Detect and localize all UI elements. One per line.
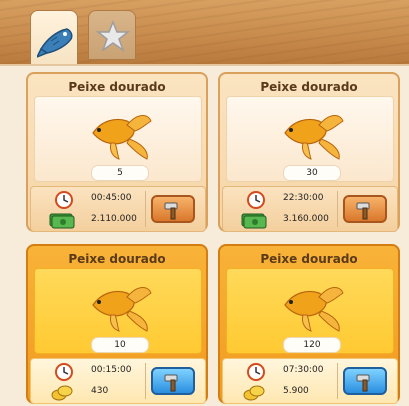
- quantity-label: 5: [91, 165, 149, 181]
- divider: [145, 191, 146, 227]
- wood-header: [0, 0, 409, 66]
- build-button[interactable]: [151, 195, 195, 223]
- cash-icon: [241, 213, 267, 229]
- build-button[interactable]: [343, 367, 387, 395]
- price-label: 3.160.000: [283, 214, 329, 224]
- item-card: Peixe dourado 30 22:30:00 3.160.000: [218, 72, 400, 232]
- quantity-label: 120: [283, 337, 341, 353]
- hammer-icon: [356, 374, 370, 392]
- clock-icon: [247, 191, 265, 209]
- item-image-panel: 120: [226, 268, 394, 354]
- item-image-panel: 30: [226, 96, 394, 182]
- item-card: Peixe dourado 10 00:15:00 430: [26, 244, 208, 404]
- cost-bar: 22:30:00 3.160.000: [222, 186, 398, 232]
- goldfish-icon: [92, 115, 152, 160]
- item-card: Peixe dourado 5 00:45:00 2.110.000: [26, 72, 208, 232]
- item-image-panel: 5: [34, 96, 202, 182]
- cash-icon: [49, 213, 75, 229]
- hammer-icon: [356, 202, 370, 220]
- duration-label: 00:15:00: [91, 365, 132, 375]
- card-title: Peixe dourado: [68, 80, 166, 94]
- star-icon: [95, 19, 131, 52]
- clock-icon: [55, 191, 73, 209]
- cost-bar: 00:15:00 430: [30, 358, 206, 404]
- card-title: Peixe dourado: [68, 252, 166, 266]
- clock-icon: [55, 363, 73, 381]
- fish-icon: [37, 28, 73, 58]
- build-button[interactable]: [151, 367, 195, 395]
- card-title: Peixe dourado: [260, 252, 358, 266]
- clock-icon: [247, 363, 265, 381]
- price-label: 2.110.000: [91, 214, 137, 224]
- goldfish-icon: [92, 287, 152, 332]
- build-button[interactable]: [343, 195, 387, 223]
- tab-fish[interactable]: [30, 10, 78, 66]
- price-label: 5.900: [283, 386, 309, 396]
- coins-icon: [51, 385, 73, 401]
- item-image-panel: 10: [34, 268, 202, 354]
- hammer-icon: [164, 374, 178, 392]
- hammer-icon: [164, 202, 178, 220]
- cost-bar: 00:45:00 2.110.000: [30, 186, 206, 232]
- divider: [337, 191, 338, 227]
- divider: [145, 363, 146, 399]
- duration-label: 00:45:00: [91, 193, 132, 203]
- item-card: Peixe dourado 120 07:30:00 5.900: [218, 244, 400, 404]
- divider: [337, 363, 338, 399]
- duration-label: 07:30:00: [283, 365, 324, 375]
- quantity-label: 10: [91, 337, 149, 353]
- cost-bar: 07:30:00 5.900: [222, 358, 398, 404]
- duration-label: 22:30:00: [283, 193, 324, 203]
- price-label: 430: [91, 386, 109, 396]
- quantity-label: 30: [283, 165, 341, 181]
- goldfish-icon: [284, 287, 344, 332]
- card-title: Peixe dourado: [260, 80, 358, 94]
- coins-icon: [243, 385, 265, 401]
- item-grid: Peixe dourado 5 00:45:00 2.110.000 Peixe…: [0, 64, 409, 406]
- goldfish-icon: [284, 115, 344, 160]
- tab-star[interactable]: [88, 10, 136, 60]
